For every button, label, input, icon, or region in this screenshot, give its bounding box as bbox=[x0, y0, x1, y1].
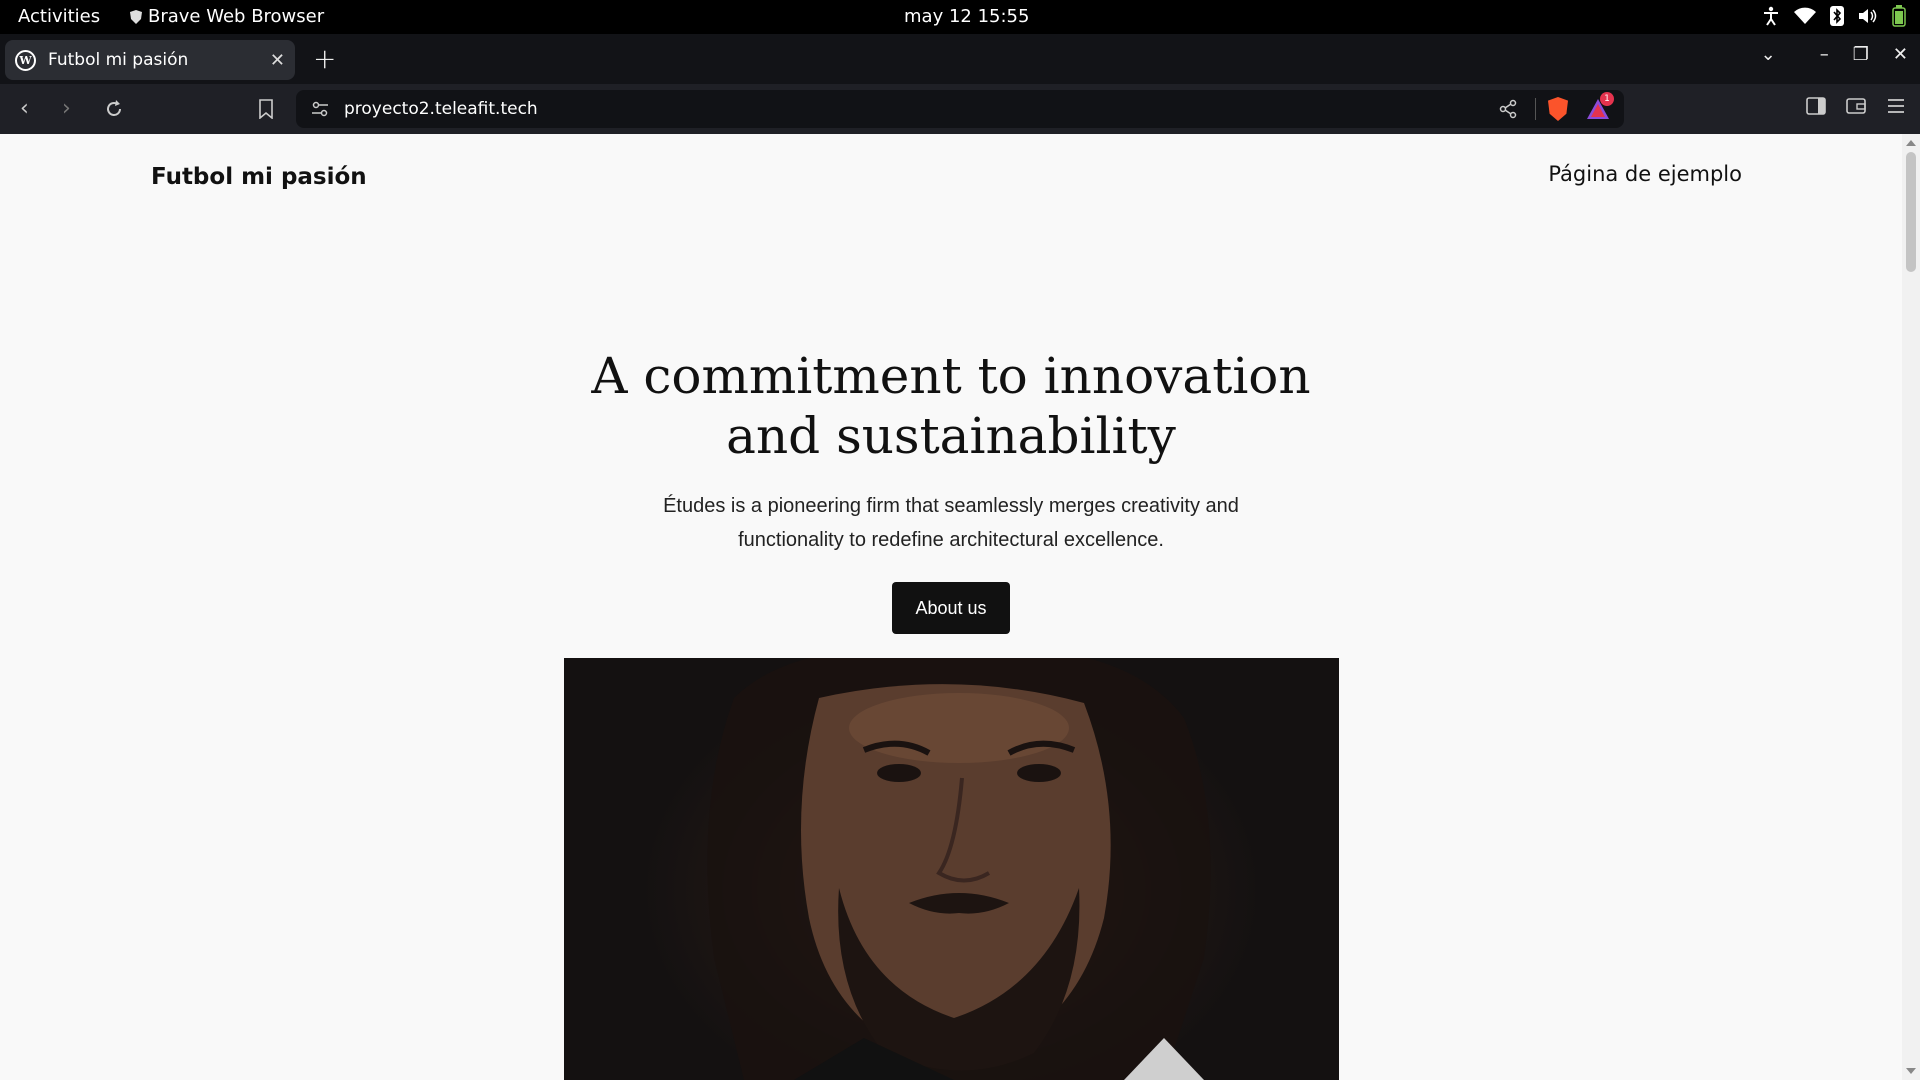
close-window-icon[interactable]: ✕ bbox=[1893, 44, 1908, 65]
maximize-icon[interactable]: ❐ bbox=[1853, 44, 1869, 65]
bookmark-icon[interactable] bbox=[258, 99, 274, 119]
clock[interactable]: may 12 15:55 bbox=[904, 6, 1029, 27]
portrait-illustration bbox=[707, 658, 1211, 1080]
back-icon[interactable]: ‹ bbox=[20, 96, 29, 121]
toolbar-right-actions bbox=[1806, 97, 1906, 115]
tab-search-chevron-icon[interactable]: ⌄ bbox=[1761, 44, 1776, 65]
app-label: Brave Web Browser bbox=[148, 6, 325, 27]
app-menu[interactable]: Brave Web Browser bbox=[130, 6, 324, 27]
system-top-bar: Activities Brave Web Browser may 12 15:5… bbox=[0, 0, 1920, 34]
scroll-up-icon[interactable] bbox=[1906, 140, 1916, 146]
wifi-icon[interactable] bbox=[1794, 7, 1816, 25]
hero-subtext: Études is a pioneering firm that seamles… bbox=[663, 495, 1239, 551]
tab-strip: W Futbol mi pasión ✕ + ⌄ – ❐ ✕ bbox=[0, 34, 1920, 84]
forward-icon[interactable]: › bbox=[62, 96, 71, 121]
address-bar[interactable]: proyecto2.teleafit.tech 1 bbox=[296, 90, 1624, 128]
address-bar-separator bbox=[1535, 98, 1536, 120]
hero-heading-line2: and sustainability bbox=[726, 407, 1176, 465]
hero-heading-line1: A commitment to innovation bbox=[591, 347, 1311, 405]
brave-shield-icon bbox=[130, 9, 142, 24]
hero-portrait-image bbox=[564, 658, 1339, 1080]
url-text[interactable]: proyecto2.teleafit.tech bbox=[344, 99, 538, 119]
scrollbar-thumb[interactable] bbox=[1906, 152, 1916, 272]
page-scrollbar[interactable] bbox=[1902, 134, 1920, 1080]
nav-link-sample-page[interactable]: Página de ejemplo bbox=[1548, 162, 1742, 186]
volume-icon[interactable] bbox=[1858, 7, 1878, 25]
window-controls: ⌄ – ❐ ✕ bbox=[1761, 44, 1908, 65]
main-menu-icon[interactable] bbox=[1886, 97, 1906, 115]
hero-heading: A commitment to innovation and sustainab… bbox=[0, 346, 1902, 466]
tab-title: Futbol mi pasión bbox=[48, 50, 189, 70]
site-settings-icon[interactable] bbox=[310, 99, 330, 119]
minimize-icon[interactable]: – bbox=[1820, 44, 1829, 65]
tab-active[interactable]: W Futbol mi pasión ✕ bbox=[5, 40, 295, 80]
about-us-button[interactable]: About us bbox=[892, 582, 1010, 634]
site-title[interactable]: Futbol mi pasión bbox=[151, 164, 367, 190]
web-page: Futbol mi pasión Página de ejemplo A com… bbox=[0, 134, 1902, 1080]
brave-shields-icon[interactable] bbox=[1548, 97, 1568, 121]
close-tab-icon[interactable]: ✕ bbox=[270, 50, 285, 71]
browser-toolbar: ‹ › proyecto2.teleafit.tech 1 bbox=[0, 84, 1920, 134]
share-icon[interactable] bbox=[1498, 99, 1518, 119]
activities-button[interactable]: Activities bbox=[18, 6, 100, 27]
sidebar-toggle-icon[interactable] bbox=[1806, 97, 1826, 115]
wallet-icon[interactable] bbox=[1846, 97, 1866, 115]
reload-icon[interactable] bbox=[104, 99, 124, 119]
bluetooth-icon[interactable] bbox=[1830, 6, 1844, 26]
system-tray[interactable] bbox=[1762, 5, 1906, 27]
battery-icon[interactable] bbox=[1892, 5, 1906, 27]
accessibility-icon[interactable] bbox=[1762, 6, 1780, 26]
wordpress-icon: W bbox=[15, 49, 36, 71]
new-tab-button[interactable]: + bbox=[313, 42, 336, 75]
scroll-down-icon[interactable] bbox=[1906, 1068, 1916, 1074]
rewards-badge: 1 bbox=[1600, 92, 1614, 106]
